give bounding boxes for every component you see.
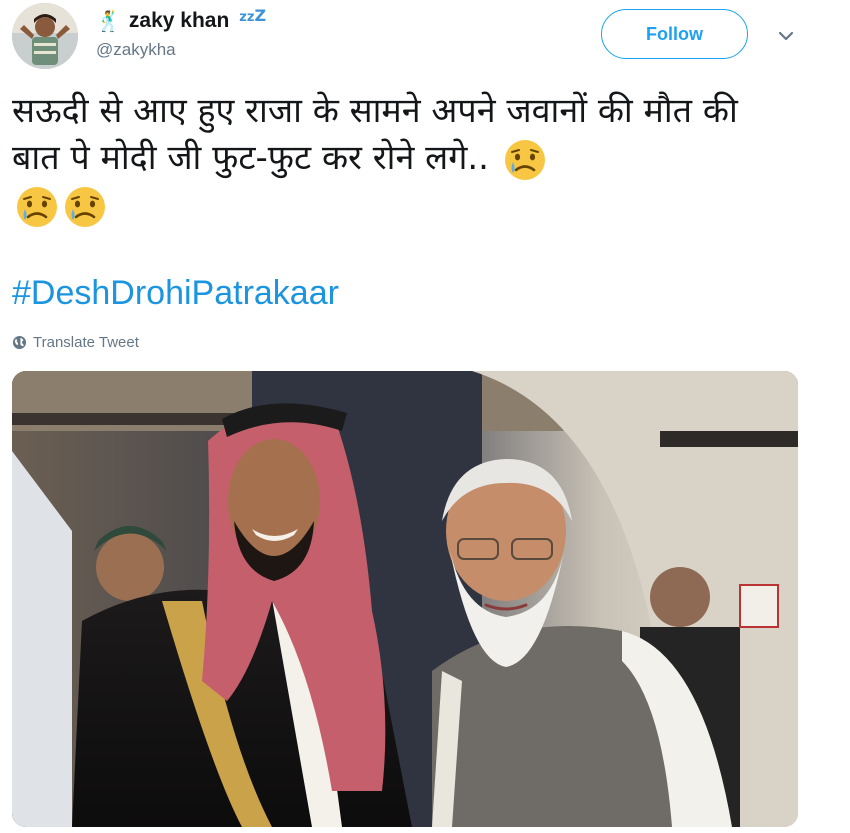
crying-face-icon: [502, 137, 548, 183]
hashtag-link[interactable]: #DeshDrohiPatrakaar: [12, 274, 339, 313]
tweet-card: 🕺 zaky khan zzZ @zakykha Follow सऊदी से …: [0, 0, 850, 833]
zzz-icon: zzZ: [239, 6, 266, 25]
crying-face-icon: [14, 184, 60, 230]
crying-face-icon: [62, 184, 108, 230]
translate-label: Translate Tweet: [33, 334, 139, 351]
dancing-man-emoji-icon: 🕺: [96, 9, 121, 33]
chevron-down-icon[interactable]: [775, 25, 797, 47]
globe-icon: [12, 335, 27, 350]
tweet-photo[interactable]: [12, 371, 798, 827]
translate-tweet-link[interactable]: Translate Tweet: [12, 334, 139, 351]
display-name[interactable]: zaky khan: [129, 9, 229, 33]
tweet-text-body: सऊदी से आए हुए राजा के सामने अपने जवानों…: [12, 91, 738, 178]
follow-button[interactable]: Follow: [601, 9, 748, 59]
tweet-text: सऊदी से आए हुए राजा के सामने अपने जवानों…: [12, 88, 792, 230]
zzz-small: zz: [239, 9, 255, 25]
zzz-big: Z: [254, 5, 267, 25]
user-name-row[interactable]: 🕺 zaky khan zzZ: [96, 6, 266, 35]
avatar[interactable]: [12, 3, 78, 69]
user-handle[interactable]: @zakykha: [96, 40, 176, 60]
photo-illustration: [12, 371, 798, 827]
